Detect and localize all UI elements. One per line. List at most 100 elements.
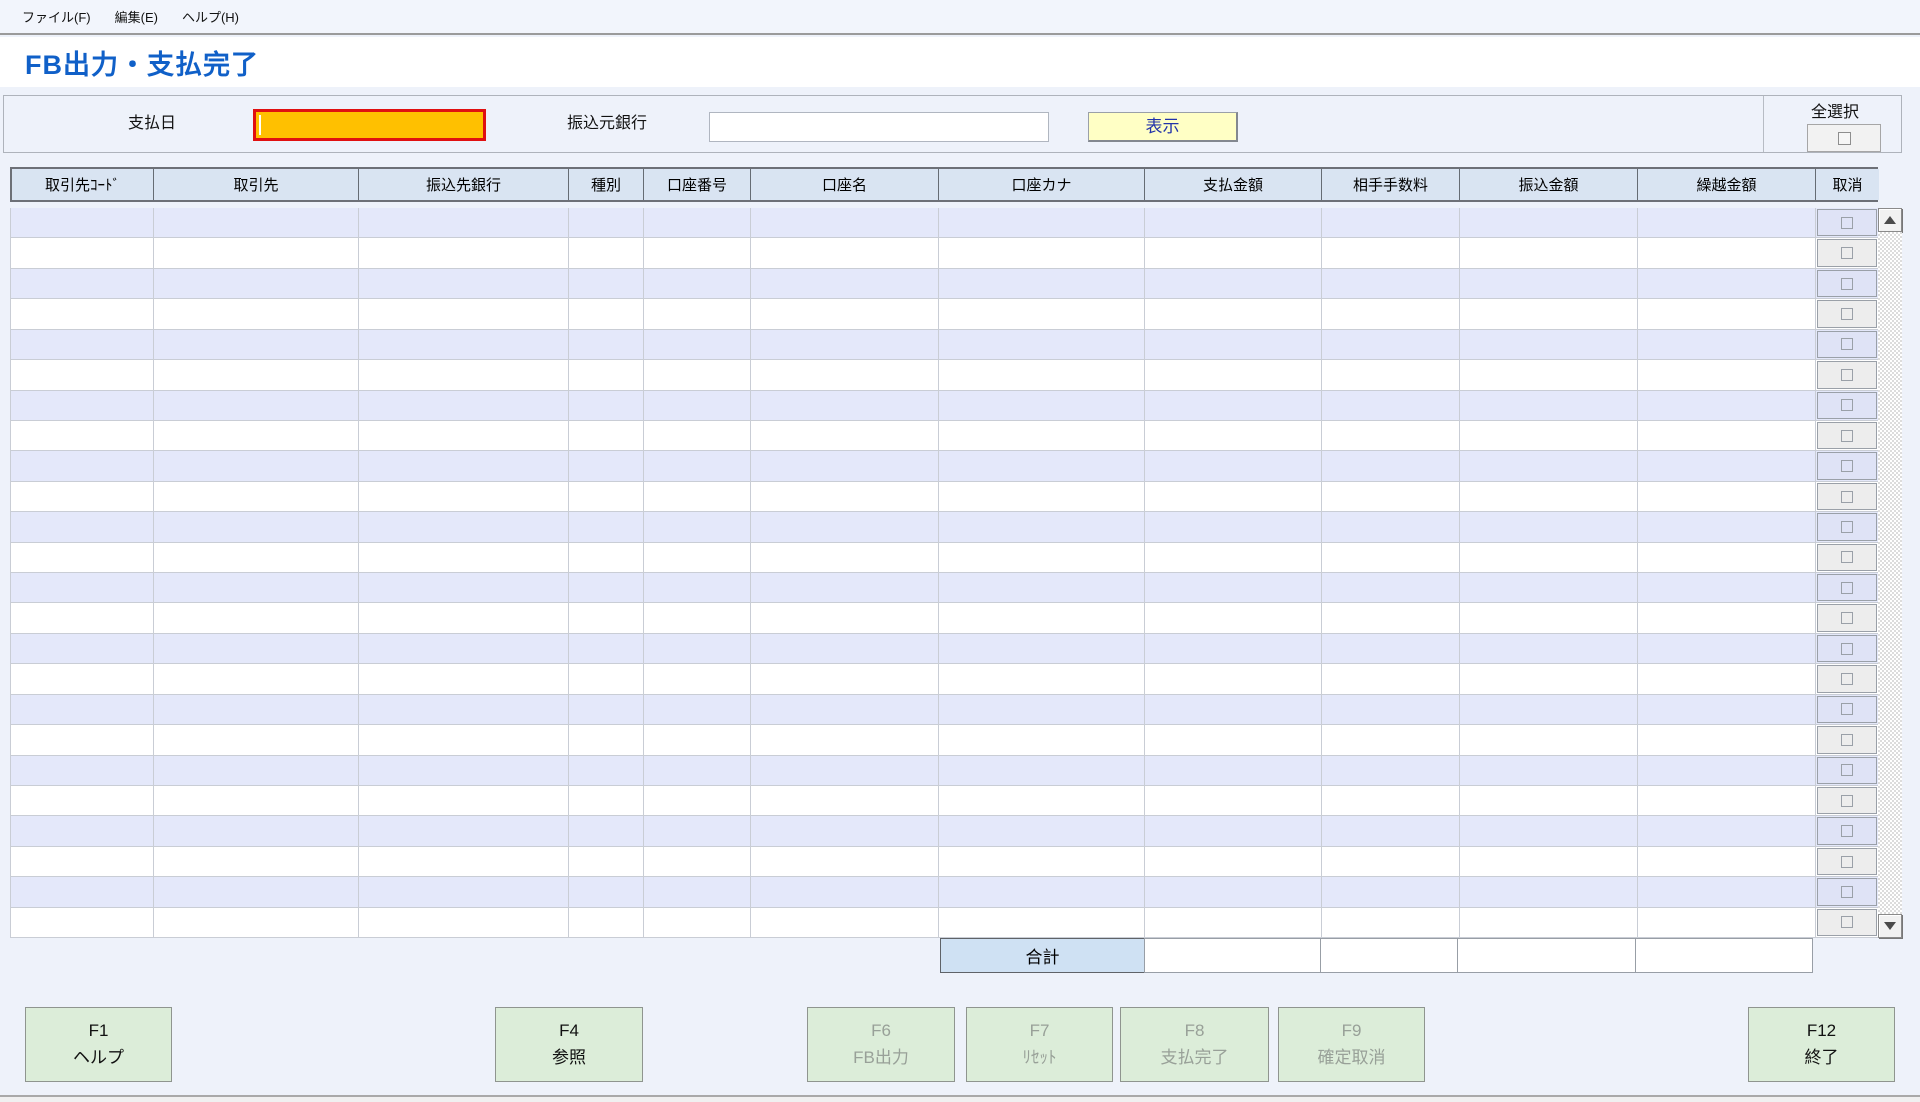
pay-date-input[interactable] [253,109,486,141]
scroll-up-button[interactable] [1878,208,1902,232]
cancel-checkbox[interactable] [1817,787,1877,814]
cancel-checkbox[interactable] [1817,757,1877,784]
cancel-checkbox[interactable] [1817,239,1877,266]
cell-account-name [751,877,939,906]
cell-partner [154,573,359,602]
cell-transfer-amount [1460,299,1638,328]
cell-payment-amount [1145,360,1322,389]
button-label: ヘルプ [73,1045,124,1071]
cell-account-name [751,756,939,785]
cancel-checkbox[interactable] [1817,544,1877,571]
cell-type [569,208,644,237]
cancel-cell [1816,360,1878,389]
cancel-cell [1816,238,1878,267]
cancel-checkbox[interactable] [1817,817,1877,844]
cell-fee [1322,482,1460,511]
cancel-checkbox[interactable] [1817,574,1877,601]
fkey-label: F9 [1342,1018,1362,1044]
table-row [11,360,1878,390]
button-label: ﾘｾｯﾄ [1023,1045,1057,1071]
cancel-checkbox[interactable] [1817,635,1877,662]
cell-carryover-amount [1638,299,1816,328]
cancel-checkbox[interactable] [1817,392,1877,419]
cancel-checkbox[interactable] [1817,422,1877,449]
cell-fee [1322,330,1460,359]
cell-account-number [644,451,751,480]
cell-account-kana [939,482,1145,511]
cancel-checkbox[interactable] [1817,878,1877,905]
cell-partner-code [11,786,154,815]
cell-account-name [751,269,939,298]
vertical-scrollbar[interactable] [1878,208,1902,938]
cell-dest-bank [359,269,569,298]
cell-type [569,756,644,785]
cell-transfer-amount [1460,391,1638,420]
cell-transfer-amount [1460,725,1638,754]
cancel-checkbox[interactable] [1817,452,1877,479]
display-button[interactable]: 表示 [1088,112,1238,142]
cell-carryover-amount [1638,360,1816,389]
cell-fee [1322,451,1460,480]
table-row [11,664,1878,694]
cancel-checkbox[interactable] [1817,270,1877,297]
cell-dest-bank [359,664,569,693]
cancel-checkbox[interactable] [1817,209,1877,236]
cell-fee [1322,603,1460,632]
cell-partner-code [11,299,154,328]
total-label: 合計 [940,938,1145,973]
cancel-checkbox[interactable] [1817,513,1877,540]
cancel-checkbox[interactable] [1817,604,1877,631]
cancel-cell [1816,512,1878,541]
cell-payment-amount [1145,330,1322,359]
cell-partner-code [11,847,154,876]
cancel-checkbox[interactable] [1817,665,1877,692]
cell-dest-bank [359,695,569,724]
cancel-cell [1816,847,1878,876]
column-header-account-kana: 口座カナ [939,169,1144,200]
menu-help[interactable]: ヘルプ(H) [170,0,251,33]
cancel-checkbox[interactable] [1817,483,1877,510]
cancel-checkbox[interactable] [1817,361,1877,388]
cancel-checkbox[interactable] [1817,848,1877,875]
scrollbar-track[interactable] [1878,232,1902,914]
cell-fee [1322,847,1460,876]
total-fee-amount [1320,938,1458,973]
cell-dest-bank [359,634,569,663]
cell-partner [154,786,359,815]
menu-edit[interactable]: 編集(E) [103,0,170,33]
cell-partner-code [11,360,154,389]
cell-account-number [644,360,751,389]
browse-button[interactable]: F4参照 [495,1007,643,1082]
source-bank-input[interactable] [709,112,1049,142]
cell-carryover-amount [1638,877,1816,906]
cell-partner-code [11,391,154,420]
filter-panel: 支払日 振込元銀行 表示 全選択 [3,95,1902,153]
total-row: 合計 [940,938,1813,973]
cell-fee [1322,573,1460,602]
cell-type [569,512,644,541]
cell-dest-bank [359,238,569,267]
cancel-checkbox[interactable] [1817,331,1877,358]
cell-account-kana [939,725,1145,754]
scroll-down-button[interactable] [1878,914,1902,938]
exit-button[interactable]: F12終了 [1748,1007,1895,1082]
menu-file[interactable]: ファイル(F) [10,0,103,33]
select-all-checkbox[interactable] [1807,124,1881,152]
cancel-checkbox[interactable] [1817,726,1877,753]
cancel-cell [1816,573,1878,602]
cancel-checkbox[interactable] [1817,909,1877,936]
cell-carryover-amount [1638,238,1816,267]
cancel-checkbox[interactable] [1817,300,1877,327]
cell-account-kana [939,786,1145,815]
cell-partner [154,330,359,359]
cancel-checkbox[interactable] [1817,696,1877,723]
cell-partner-code [11,543,154,572]
cell-fee [1322,512,1460,541]
help-button[interactable]: F1ヘルプ [25,1007,172,1082]
cell-type [569,908,644,937]
cancel-cell [1816,725,1878,754]
cell-carryover-amount [1638,847,1816,876]
checkbox-square-icon [1841,491,1853,503]
table-row [11,208,1878,238]
table-row [11,877,1878,907]
